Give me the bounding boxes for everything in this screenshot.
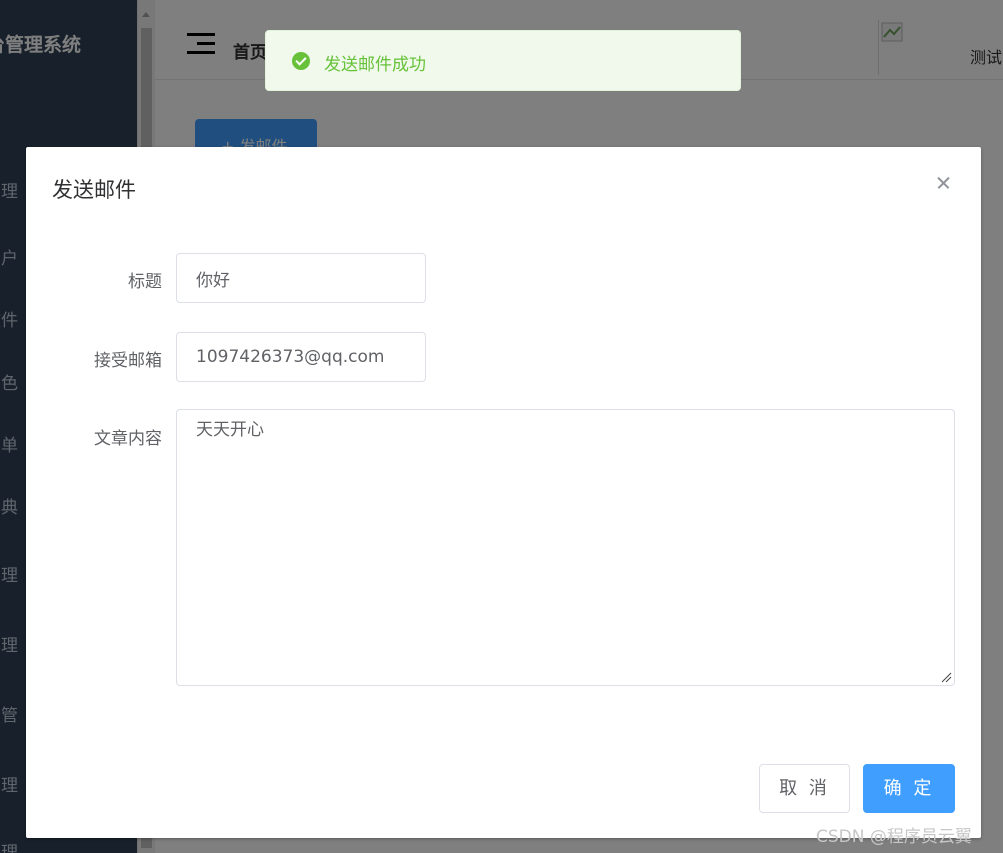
resize-grip-icon[interactable] <box>940 671 952 683</box>
send-email-dialog: 发送邮件 标题 接受邮箱 文章内容 天天开心 取 消 确 定 <box>26 147 981 838</box>
toast-message: 发送邮件成功 <box>324 55 426 75</box>
success-toast: 发送邮件成功 <box>265 30 741 91</box>
cancel-button[interactable]: 取 消 <box>759 764 850 813</box>
recipient-label: 接受邮箱 <box>94 351 162 371</box>
close-icon[interactable] <box>932 171 956 195</box>
content-textarea[interactable]: 天天开心 <box>176 409 955 686</box>
dialog-title: 发送邮件 <box>52 178 136 202</box>
check-circle-icon <box>292 52 310 70</box>
subject-label: 标题 <box>128 272 162 292</box>
subject-input[interactable] <box>176 253 426 303</box>
watermark: CSDN @程序员云翼 <box>816 827 972 847</box>
confirm-button[interactable]: 确 定 <box>863 764 955 813</box>
content-label: 文章内容 <box>94 429 162 449</box>
recipient-email-input[interactable] <box>176 332 426 382</box>
